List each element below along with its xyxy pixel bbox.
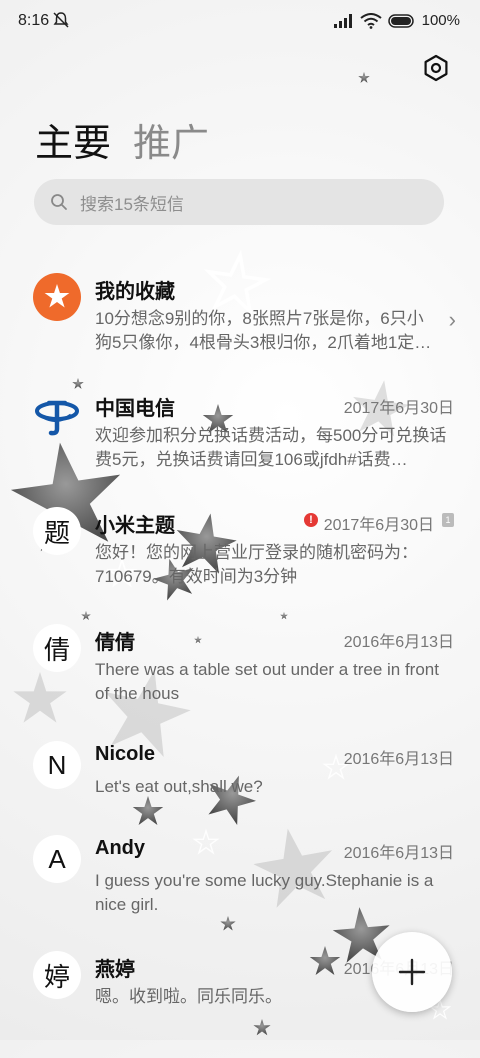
conversation-row-qianqian[interactable]: 倩 倩倩 2016年6月13日 There was a table set ou… bbox=[0, 616, 480, 731]
search-icon bbox=[51, 194, 67, 210]
contact-name: Andy bbox=[95, 837, 145, 859]
signal-icon bbox=[333, 13, 352, 28]
avatar: 倩 bbox=[33, 624, 81, 672]
chevron-right-icon: › bbox=[448, 307, 456, 332]
contact-name: Nicole bbox=[95, 743, 156, 765]
message-date: 2016年6月13日 bbox=[343, 634, 454, 651]
contact-name: 中国电信 bbox=[95, 398, 175, 420]
conversation-row-andy[interactable]: A Andy 2016年6月13日 I guess you're some lu… bbox=[0, 827, 480, 942]
status-time: 8:16 bbox=[18, 12, 50, 29]
bell-muted-icon bbox=[53, 12, 69, 28]
avatar: 婷 bbox=[33, 951, 81, 999]
sim-card-icon: 1 bbox=[442, 513, 454, 527]
status-bar: 8:16 100% bbox=[0, 0, 480, 42]
message-date: 2016年6月13日 bbox=[343, 845, 454, 862]
message-preview: 您好！您的网上营业厅登录的随机密码为：710679。有效时间为3分钟 bbox=[95, 543, 418, 586]
message-date: 2016年6月13日 bbox=[343, 751, 454, 768]
settings-icon[interactable] bbox=[422, 54, 450, 82]
contact-name: 燕婷 bbox=[95, 959, 135, 981]
search-bar[interactable]: 搜索15条短信 bbox=[34, 179, 444, 225]
battery-percent: 100% bbox=[421, 12, 460, 29]
conversation-row-china-telecom[interactable]: 中国电信 2017年6月30日 欢迎参加积分兑换话费活动，每500分可兑换话费5… bbox=[0, 382, 480, 497]
battery-icon bbox=[387, 13, 414, 28]
avatar: N bbox=[33, 741, 81, 789]
search-placeholder: 搜索15条短信 bbox=[80, 194, 184, 214]
message-date: 2017年6月30日 bbox=[323, 517, 434, 534]
wifi-icon bbox=[360, 12, 382, 29]
message-preview: 欢迎参加积分兑换话费活动，每500分可兑换话费5元，兑换话费请回复106或jfd… bbox=[95, 426, 447, 469]
china-telecom-logo bbox=[35, 400, 79, 436]
contact-name: 小米主题 bbox=[95, 515, 175, 537]
message-preview: 10分想念9别的你，8张照片7张是你，6只小狗5只像你，4根骨头3根归你，2爪着… bbox=[95, 309, 432, 352]
contact-name: 我的收藏 bbox=[95, 281, 175, 303]
new-message-button[interactable] bbox=[372, 932, 452, 1012]
category-tabs: 主要 推广 bbox=[35, 112, 209, 167]
conversation-row-mi-theme[interactable]: 题 小米主题 ! 2017年6月30日 1 您好！您的网上营业厅登录的随机密码为… bbox=[0, 499, 480, 614]
avatar: A bbox=[33, 835, 81, 883]
star-icon bbox=[44, 284, 70, 308]
avatar: 题 bbox=[33, 507, 81, 555]
message-preview: I guess you're some lucky guy.Stephanie … bbox=[95, 871, 434, 914]
tab-promotions[interactable]: 推广 bbox=[133, 112, 209, 167]
message-date: 2017年6月30日 bbox=[343, 400, 454, 417]
message-preview: There was a table set out under a tree i… bbox=[95, 660, 439, 703]
plus-icon bbox=[398, 958, 426, 986]
avatar bbox=[33, 273, 81, 321]
conversation-row-favorites[interactable]: 我的收藏 10分想念9别的你，8张照片7张是你，6只小狗5只像你，4根骨头3根归… bbox=[0, 265, 480, 380]
error-icon: ! bbox=[304, 513, 318, 527]
avatar bbox=[33, 390, 81, 438]
message-preview: Let's eat out,shall we? bbox=[95, 777, 263, 796]
tab-primary[interactable]: 主要 bbox=[35, 112, 111, 167]
contact-name: 倩倩 bbox=[95, 632, 135, 654]
